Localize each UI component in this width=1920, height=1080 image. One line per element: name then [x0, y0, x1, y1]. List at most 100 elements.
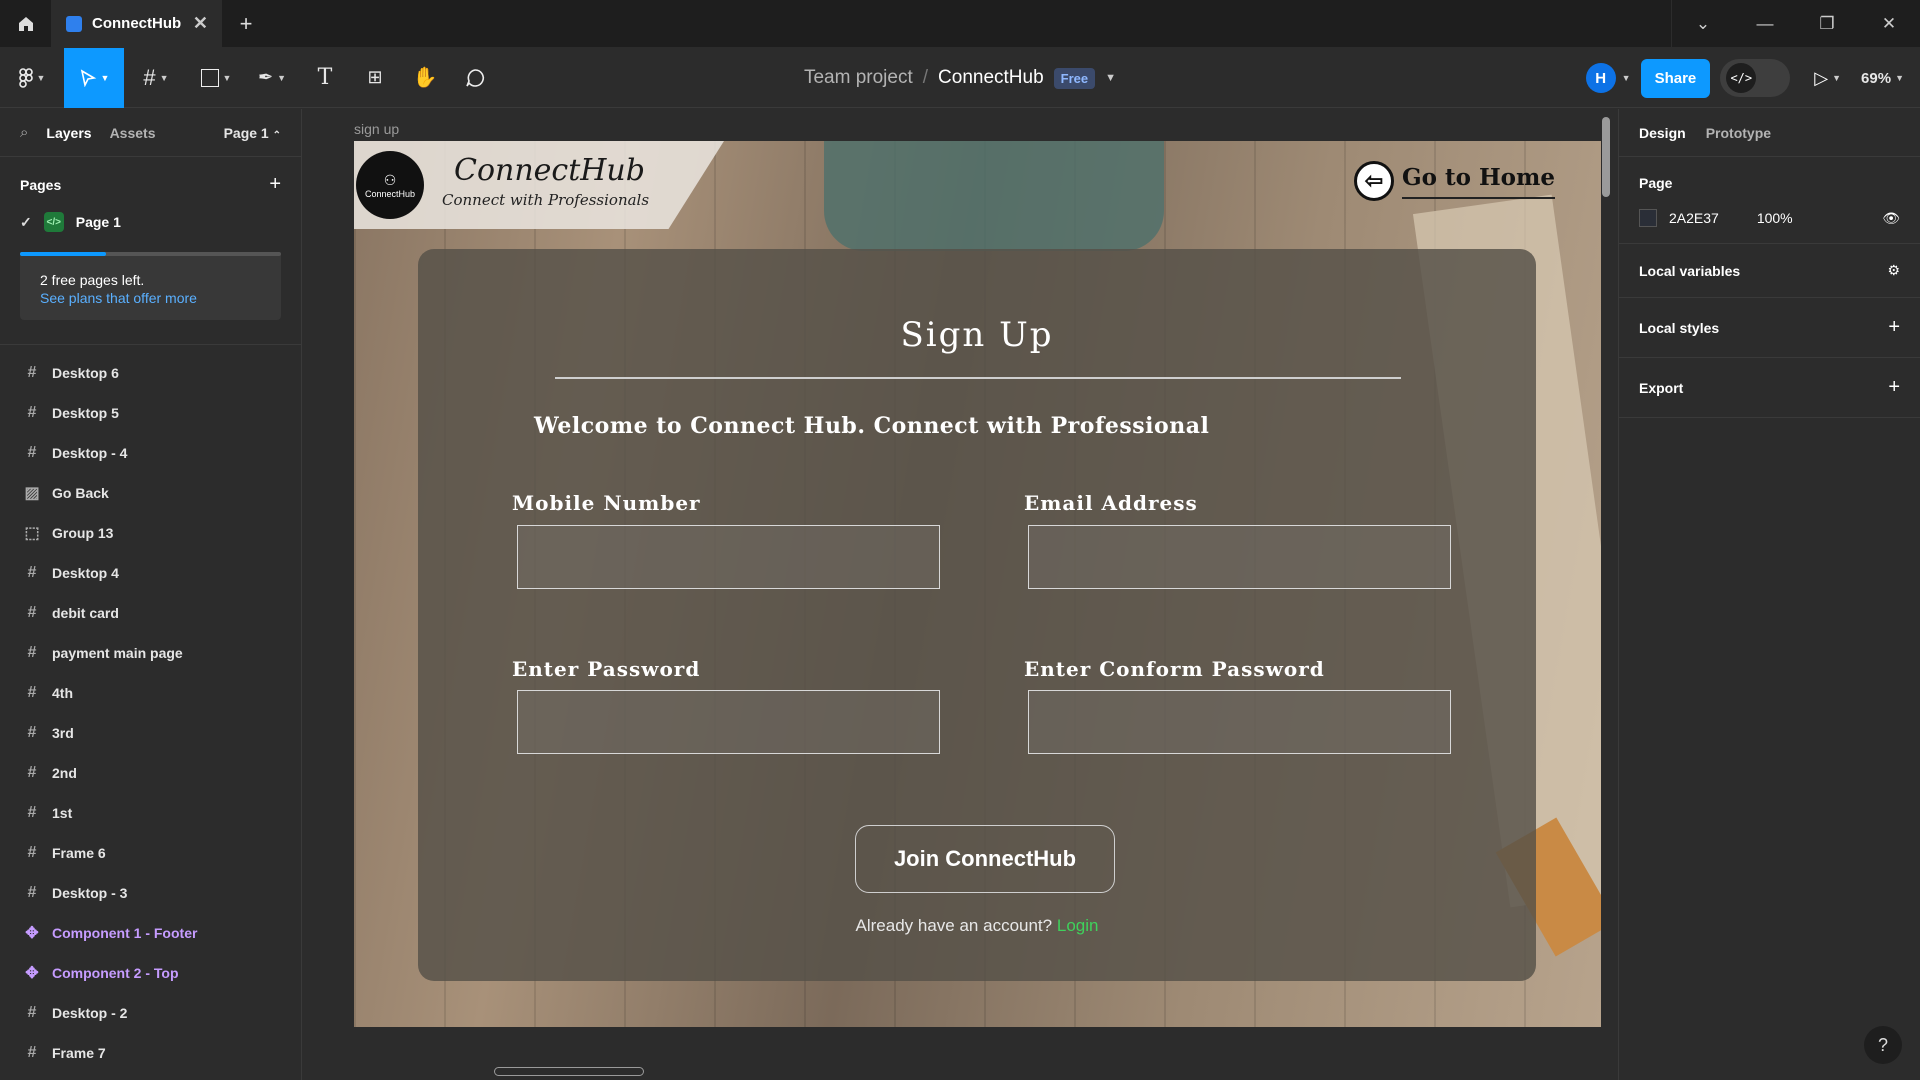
- layer-item[interactable]: ✥ Component 2 - Top: [0, 953, 301, 993]
- pen-icon: ✒: [257, 67, 274, 87]
- chevron-down-icon[interactable]: ⌄: [1672, 14, 1734, 34]
- variables-icon[interactable]: ⚙: [1887, 262, 1900, 279]
- confirm-password-input[interactable]: [1028, 690, 1451, 754]
- chevron-up-icon: ⌃: [272, 129, 281, 141]
- close-window-icon[interactable]: ✕: [1858, 14, 1920, 34]
- logo-mark: ⚇ ConnectHub: [356, 151, 424, 219]
- layer-item[interactable]: # Desktop 5: [0, 393, 301, 433]
- frame-tool-button[interactable]: # ▼: [124, 48, 188, 108]
- layer-item[interactable]: # Desktop 4: [0, 553, 301, 593]
- new-tab-icon[interactable]: +: [222, 11, 270, 37]
- close-tab-icon[interactable]: ✕: [193, 13, 208, 34]
- page-selector-label: Page 1: [223, 124, 269, 141]
- layer-item[interactable]: # Frame 7: [0, 1033, 301, 1073]
- hand-icon: ✋: [412, 67, 438, 89]
- pen-tool-button[interactable]: ✒ ▼: [244, 48, 300, 108]
- frame-icon: #: [27, 404, 37, 421]
- main-menu-button[interactable]: ▼: [0, 48, 64, 108]
- frame-icon: #: [27, 1044, 37, 1061]
- add-page-icon[interactable]: +: [269, 173, 281, 196]
- plan-badge[interactable]: Free: [1053, 67, 1096, 89]
- layer-item[interactable]: ▨ Go Back: [0, 473, 301, 513]
- layer-label: 2nd: [52, 765, 77, 781]
- vertical-scrollbar[interactable]: [1602, 117, 1610, 197]
- layer-item[interactable]: # Desktop - 2: [0, 993, 301, 1033]
- mobile-input[interactable]: [517, 525, 940, 589]
- canvas[interactable]: sign up ⚇ ConnectHub ConnectHub Connect …: [302, 109, 1618, 1080]
- local-variables-section[interactable]: Local variables ⚙: [1619, 244, 1920, 298]
- tab-assets[interactable]: Assets: [110, 125, 156, 141]
- layer-item[interactable]: # Desktop - 4: [0, 433, 301, 473]
- logo-title: ConnectHub: [454, 153, 645, 188]
- password-label: Enter Password: [512, 657, 701, 681]
- layer-item[interactable]: ✥ Component 1 - Footer: [0, 913, 301, 953]
- password-input[interactable]: [517, 690, 940, 754]
- layer-label: 3rd: [52, 725, 74, 741]
- background-opacity[interactable]: 100%: [1757, 210, 1793, 226]
- zoom-menu[interactable]: 69% ▼: [1861, 70, 1904, 87]
- dev-mode-toggle[interactable]: </>: [1720, 59, 1791, 97]
- page-background-row[interactable]: 2A2E37 100% 👁: [1639, 209, 1900, 227]
- tab-design[interactable]: Design: [1639, 125, 1686, 141]
- eye-icon[interactable]: 👁: [1882, 210, 1900, 227]
- present-button[interactable]: ▷ ▼: [1814, 68, 1841, 89]
- restore-icon[interactable]: ❐: [1796, 14, 1858, 34]
- layer-label: Component 2 - Top: [52, 965, 179, 981]
- layer-item[interactable]: # Desktop - 3: [0, 873, 301, 913]
- background-hex[interactable]: 2A2E37: [1669, 210, 1719, 226]
- export-section[interactable]: Export +: [1619, 358, 1920, 418]
- chevron-down-icon[interactable]: ▼: [1105, 72, 1116, 84]
- move-tool-button[interactable]: ▼: [64, 47, 124, 108]
- share-button[interactable]: Share: [1640, 58, 1711, 98]
- left-panel-tabs: ⌕ Layers Assets Page 1 ⌃: [0, 109, 301, 157]
- page-selector[interactable]: Page 1 ⌃: [224, 125, 281, 141]
- search-icon[interactable]: ⌕: [20, 124, 28, 141]
- email-label: Email Address: [1024, 491, 1198, 515]
- layer-item[interactable]: # payment main page: [0, 633, 301, 673]
- layer-item[interactable]: # debit card: [0, 593, 301, 633]
- minimize-icon[interactable]: —: [1734, 14, 1796, 34]
- layer-item[interactable]: #3rd: [0, 713, 301, 753]
- file-name[interactable]: ConnectHub: [938, 67, 1044, 89]
- layer-item[interactable]: #2nd: [0, 753, 301, 793]
- home-icon[interactable]: [0, 0, 52, 48]
- sign-up-frame[interactable]: ⚇ ConnectHub ConnectHub Connect with Pro…: [354, 141, 1601, 1027]
- hand-tool-button[interactable]: ✋: [400, 48, 450, 108]
- page-section: Page 2A2E37 100% 👁: [1619, 157, 1920, 244]
- local-styles-section[interactable]: Local styles +: [1619, 298, 1920, 358]
- back-arrow-icon: ⇦: [1353, 161, 1394, 201]
- tab-prototype[interactable]: Prototype: [1706, 125, 1771, 141]
- help-icon[interactable]: ?: [1864, 1026, 1902, 1064]
- file-tab[interactable]: ConnectHub ✕: [52, 0, 222, 48]
- check-icon: ✓: [20, 213, 32, 230]
- color-swatch[interactable]: [1639, 209, 1657, 227]
- layer-item[interactable]: #4th: [0, 673, 301, 713]
- title-bar: ConnectHub ✕ + ⌄ — ❐ ✕: [0, 0, 1920, 48]
- join-button[interactable]: Join ConnectHub: [855, 825, 1115, 893]
- layer-item[interactable]: # Desktop 6: [0, 353, 301, 393]
- shape-tool-button[interactable]: ▼: [188, 48, 244, 108]
- see-plans-link[interactable]: See plans that offer more: [20, 290, 281, 306]
- project-link[interactable]: Team project: [804, 67, 913, 89]
- layer-label: Desktop 4: [52, 565, 119, 581]
- resources-tool-button[interactable]: ⊞: [350, 48, 400, 108]
- page-item[interactable]: ✓ </> Page 1: [0, 204, 301, 240]
- multiplayer-button[interactable]: H ▼: [1585, 63, 1631, 93]
- horizontal-scrollbar[interactable]: [494, 1067, 644, 1076]
- avatar: H: [1585, 63, 1616, 93]
- login-link[interactable]: Login: [1057, 916, 1099, 935]
- comment-tool-button[interactable]: [450, 48, 500, 108]
- frame-icon: #: [27, 644, 37, 661]
- layer-item[interactable]: # Frame 6: [0, 833, 301, 873]
- layer-label: Component 1 - Footer: [52, 925, 198, 941]
- group-icon: ⬚: [24, 525, 40, 542]
- email-input[interactable]: [1028, 525, 1451, 589]
- add-export-icon[interactable]: +: [1888, 376, 1900, 399]
- text-tool-button[interactable]: T: [300, 48, 350, 108]
- go-home-link[interactable]: ⇦ Go to Home: [1353, 161, 1555, 201]
- tab-layers[interactable]: Layers: [46, 125, 91, 141]
- frame-label[interactable]: sign up: [354, 121, 399, 137]
- layer-item[interactable]: #1st: [0, 793, 301, 833]
- layer-item[interactable]: ⬚ Group 13: [0, 513, 301, 553]
- add-style-icon[interactable]: +: [1888, 316, 1900, 339]
